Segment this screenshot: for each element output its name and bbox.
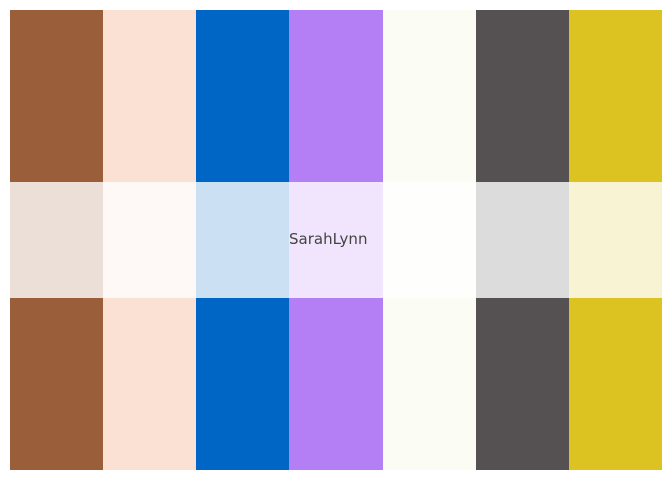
swatch-tint [475, 182, 569, 298]
swatch-top [289, 10, 383, 182]
swatch-tint [382, 182, 476, 298]
swatch-tint-fill [382, 182, 476, 298]
swatch-tint-fill [568, 182, 662, 298]
swatch-bottom [568, 298, 662, 470]
swatch-tint [10, 182, 104, 298]
swatch-bottom [289, 298, 383, 470]
swatch-tint [103, 182, 197, 298]
swatch-bottom [196, 298, 290, 470]
swatch-tint-fill [196, 182, 290, 298]
swatch-bottom [382, 298, 476, 470]
swatch-column [103, 10, 197, 470]
swatch-top [196, 10, 290, 182]
swatch-column [196, 10, 290, 470]
swatch-bottom [10, 298, 104, 470]
palette-name: SarahLynn [289, 230, 368, 248]
swatch-top [475, 10, 569, 182]
swatch-column [568, 10, 662, 470]
swatch-bottom [475, 298, 569, 470]
swatch-column [10, 10, 104, 470]
swatch-top [10, 10, 104, 182]
swatch-tint-fill [103, 182, 197, 298]
swatch-bottom [103, 298, 197, 470]
swatch-tint [568, 182, 662, 298]
swatch-tint [196, 182, 290, 298]
swatch-tint-fill [475, 182, 569, 298]
swatch-column [475, 10, 569, 470]
swatch-column [382, 10, 476, 470]
swatch-tint-fill [10, 182, 104, 298]
swatch-top [568, 10, 662, 182]
swatch-top [382, 10, 476, 182]
swatch-top [103, 10, 197, 182]
